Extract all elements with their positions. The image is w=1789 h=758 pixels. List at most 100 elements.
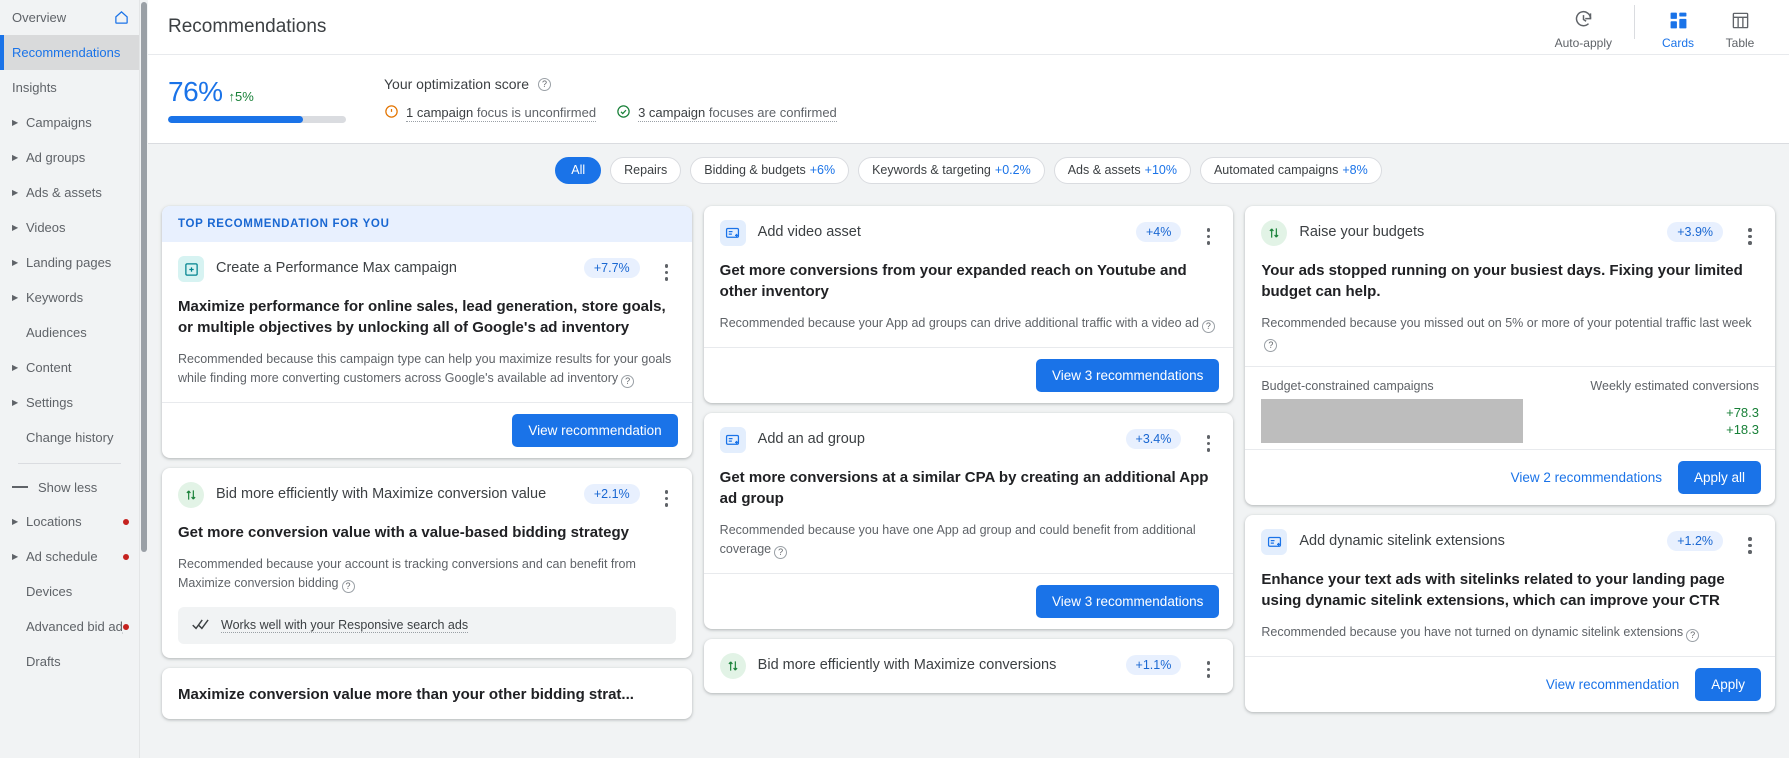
sidebar-item-keywords[interactable]: ▶ Keywords — [0, 280, 139, 315]
auto-apply-button[interactable]: Auto-apply — [1545, 9, 1622, 50]
notification-dot-icon — [123, 554, 129, 560]
sidebar-item-landing-pages[interactable]: ▶ Landing pages — [0, 245, 139, 280]
score-impact-badge: +4% — [1136, 222, 1181, 242]
sidebar-item-settings[interactable]: ▶ Settings — [0, 385, 139, 420]
auto-apply-label: Auto-apply — [1555, 36, 1612, 50]
card-menu-icon[interactable] — [1199, 427, 1217, 452]
view-recommendation-link[interactable]: View recommendation — [1546, 677, 1679, 692]
view-recommendation-button[interactable]: View recommendation — [512, 414, 677, 447]
sidebar-item-label: Landing pages — [26, 255, 129, 270]
card-dynamic-sitelink-extensions[interactable]: Add dynamic sitelink extensions +1.2% En… — [1245, 515, 1775, 712]
recommendation-board: TOP RECOMMENDATION FOR YOU Create a Perf… — [148, 196, 1789, 758]
card-menu-icon[interactable] — [658, 256, 676, 281]
card-add-video-asset[interactable]: Add video asset +4% Get more conversions… — [704, 206, 1234, 403]
sidebar-item-videos[interactable]: ▶ Videos — [0, 210, 139, 245]
scrollbar-thumb[interactable] — [141, 2, 147, 552]
view-table-button[interactable]: Table — [1709, 11, 1771, 50]
card-raise-your-budgets[interactable]: Raise your budgets +3.9% Your ads stoppe… — [1245, 206, 1775, 505]
page-scrollbar[interactable] — [140, 0, 148, 758]
sidebar-item-overview[interactable]: Overview — [0, 0, 139, 35]
card-menu-icon[interactable] — [658, 482, 676, 507]
card-header: Add dynamic sitelink extensions +1.2% — [1261, 529, 1759, 555]
card-create-performance-max[interactable]: TOP RECOMMENDATION FOR YOU Create a Perf… — [162, 206, 692, 458]
sidebar-item-devices[interactable]: Devices — [0, 574, 139, 609]
card-headline: Get more conversion value with a value-b… — [178, 522, 676, 543]
chip-label: Automated campaigns — [1214, 163, 1338, 177]
card-menu-icon[interactable] — [1741, 529, 1759, 554]
fact-unconfirmed[interactable]: 1 campaign focus is unconfirmed — [384, 104, 596, 122]
warning-icon — [384, 104, 399, 122]
notification-dot-icon — [123, 519, 129, 525]
help-icon[interactable]: ? — [1202, 320, 1215, 333]
chip-pct: +0.2% — [995, 163, 1031, 177]
card-header: Bid more efficiently with Maximize conve… — [178, 482, 676, 508]
help-icon[interactable]: ? — [621, 375, 634, 388]
card-add-ad-group[interactable]: Add an ad group +3.4% Get more conversio… — [704, 413, 1234, 629]
help-icon[interactable]: ? — [1264, 339, 1277, 352]
card-menu-icon[interactable] — [1199, 220, 1217, 245]
ad-group-icon — [720, 427, 746, 453]
card-body: Create a Performance Max campaign +7.7% … — [162, 242, 692, 402]
view-recommendations-button[interactable]: View 3 recommendations — [1036, 359, 1219, 392]
card-title: Bid more efficiently with Maximize conve… — [216, 482, 572, 504]
help-icon[interactable]: ? — [1686, 629, 1699, 642]
score-facts: 1 campaign focus is unconfirmed 3 campai… — [384, 104, 837, 122]
fact-unconfirmed-count: 1 campaign — [406, 105, 473, 120]
chevron-right-icon: ▶ — [12, 294, 22, 302]
filter-chip-repairs[interactable]: Repairs — [610, 157, 681, 184]
score-impact-badge: +2.1% — [584, 484, 640, 504]
sidebar-item-ad-groups[interactable]: ▶ Ad groups — [0, 140, 139, 175]
filter-chip-ads-assets[interactable]: Ads & assets +10% — [1054, 157, 1191, 184]
sidebar-item-label: Campaigns — [26, 115, 129, 130]
apply-all-button[interactable]: Apply all — [1678, 461, 1761, 494]
card-maximize-conversions[interactable]: Bid more efficiently with Maximize conve… — [704, 639, 1234, 693]
table-view-icon — [1731, 11, 1750, 33]
sidebar-item-change-history[interactable]: Change history — [0, 420, 139, 455]
card-headline: Maximize performance for online sales, l… — [178, 296, 676, 338]
chip-label: All — [571, 163, 585, 177]
sidebar-item-insights[interactable]: Insights — [0, 70, 139, 105]
filter-chip-keywords-targeting[interactable]: Keywords & targeting +0.2% — [858, 157, 1045, 184]
filter-chip-all[interactable]: All — [555, 157, 601, 184]
help-icon[interactable]: ? — [774, 546, 787, 559]
sidebar-show-less[interactable]: Show less — [0, 470, 139, 504]
sidebar-item-drafts[interactable]: Drafts — [0, 644, 139, 679]
fact-confirmed-suffix: focuses are confirmed — [705, 105, 837, 120]
main-content: Recommendations Auto-apply — [148, 0, 1789, 758]
filter-chip-bidding-budgets[interactable]: Bidding & budgets +6% — [690, 157, 849, 184]
score-block: 76% ↑5% — [168, 76, 358, 123]
score-info-title-row: Your optimization score ? — [384, 76, 837, 92]
fact-confirmed[interactable]: 3 campaign focuses are confirmed — [616, 104, 837, 122]
sidebar-item-campaigns[interactable]: ▶ Campaigns — [0, 105, 139, 140]
filter-chip-automated-campaigns[interactable]: Automated campaigns +8% — [1200, 157, 1382, 184]
sidebar-item-label: Change history — [26, 430, 129, 445]
works-well-note[interactable]: Works well with your Responsive search a… — [178, 607, 676, 644]
fact-unconfirmed-suffix: focus is unconfirmed — [473, 105, 596, 120]
sidebar-item-locations[interactable]: ▶ Locations — [0, 504, 139, 539]
card-menu-icon[interactable] — [1199, 653, 1217, 678]
view-recommendations-link[interactable]: View 2 recommendations — [1511, 470, 1662, 485]
optimization-score-delta: ↑5% — [229, 89, 254, 104]
filter-chip-bar: All Repairs Bidding & budgets +6% Keywor… — [148, 143, 1789, 196]
check-circle-icon — [616, 104, 631, 122]
help-icon[interactable]: ? — [342, 580, 355, 593]
card-reason: Recommended because you missed out on 5%… — [1261, 314, 1759, 352]
card-headline: Your ads stopped running on your busiest… — [1261, 260, 1759, 302]
sidebar-item-audiences[interactable]: Audiences — [0, 315, 139, 350]
card-maximize-conversion-value-partial[interactable]: Maximize conversion value more than your… — [162, 668, 692, 719]
card-actions: View 3 recommendations — [704, 347, 1234, 403]
sidebar-item-ad-schedule[interactable]: ▶ Ad schedule — [0, 539, 139, 574]
sidebar-item-advanced-bid-adj[interactable]: Advanced bid adj. — [0, 609, 139, 644]
chip-label: Bidding & budgets — [704, 163, 805, 177]
card-menu-icon[interactable] — [1741, 220, 1759, 245]
apply-button[interactable]: Apply — [1695, 668, 1761, 701]
view-cards-button[interactable]: Cards — [1647, 11, 1709, 50]
score-impact-badge: +1.2% — [1667, 531, 1723, 551]
view-recommendations-button[interactable]: View 3 recommendations — [1036, 585, 1219, 618]
sidebar-item-ads-assets[interactable]: ▶ Ads & assets — [0, 175, 139, 210]
help-icon[interactable]: ? — [538, 78, 551, 91]
sidebar-item-recommendations[interactable]: Recommendations — [0, 35, 139, 70]
card-maximize-conversion-value[interactable]: Bid more efficiently with Maximize conve… — [162, 468, 692, 658]
sidebar-item-content[interactable]: ▶ Content — [0, 350, 139, 385]
chip-label: Keywords & targeting — [872, 163, 991, 177]
